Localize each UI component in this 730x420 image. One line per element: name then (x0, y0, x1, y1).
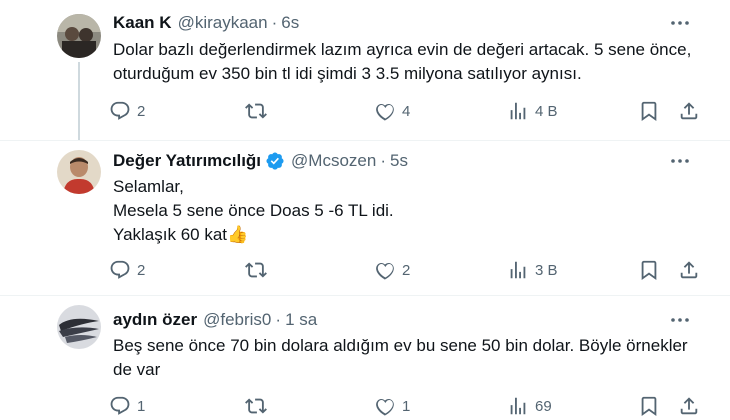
separator-dot: · (380, 151, 386, 170)
views-count: 4 B (535, 102, 558, 120)
more-icon[interactable] (668, 150, 692, 172)
author-name[interactable]: Değer Yatırımcılığı (113, 151, 261, 171)
views-count: 3 B (535, 261, 558, 279)
share-icon (680, 261, 698, 279)
tweet-text-line: Mesela 5 sene önce Doas 5 -6 TL idi. (113, 201, 394, 220)
bookmark-button[interactable] (638, 99, 660, 123)
views-bar-chart-icon (510, 102, 526, 120)
retweet-button[interactable] (245, 258, 273, 282)
views-bar-chart-icon (510, 261, 526, 279)
timestamp[interactable]: 1 sa (285, 310, 317, 330)
share-button[interactable] (678, 258, 700, 282)
author-handle[interactable]: @febris0 (203, 310, 271, 330)
avatar[interactable] (57, 150, 101, 194)
reply-count: 1 (137, 397, 146, 415)
action-bar: 2 4 4 B (109, 99, 701, 123)
more-icon[interactable] (668, 309, 692, 331)
thread-line (78, 62, 80, 140)
share-icon (680, 397, 698, 415)
reply-count: 2 (137, 102, 146, 120)
reply-count: 2 (137, 261, 146, 279)
tweet-text-line: Yaklaşık 60 kat👍 (113, 223, 708, 247)
views-bar-chart-icon (510, 397, 526, 415)
more-icon[interactable] (668, 12, 692, 34)
like-count: 4 (402, 102, 411, 120)
reply-button[interactable]: 2 (109, 99, 145, 123)
like-button[interactable]: 1 (374, 394, 410, 418)
separator-dot: · (275, 310, 282, 329)
views-button[interactable]: 69 (507, 394, 552, 418)
timestamp[interactable]: 5s (390, 151, 408, 171)
retweet-button[interactable] (245, 394, 273, 418)
share-button[interactable] (678, 99, 700, 123)
bookmark-icon (641, 260, 657, 281)
separator-dot: · (271, 13, 278, 32)
like-button[interactable]: 2 (374, 258, 410, 282)
tweet-header: Kaan K @kiraykaan · 6s (113, 12, 299, 34)
bookmark-icon (641, 101, 657, 122)
heart-icon (376, 399, 394, 416)
bookmark-icon (641, 396, 657, 417)
avatar[interactable] (57, 14, 101, 58)
heart-icon (376, 263, 394, 280)
retweet-icon (245, 103, 267, 119)
bookmark-button[interactable] (638, 394, 660, 418)
retweet-icon (245, 262, 267, 278)
author-name[interactable]: aydın özer (113, 310, 197, 330)
like-count: 2 (402, 261, 411, 279)
tweet-text: Selamlar, Mesela 5 sene önce Doas 5 -6 T… (113, 175, 708, 247)
action-bar: 1 1 69 (109, 394, 701, 418)
reply-bubble-icon (110, 396, 130, 415)
action-bar: 2 2 3 B (109, 258, 701, 282)
share-button[interactable] (678, 394, 700, 418)
heart-icon (376, 104, 394, 121)
tweet-text: Dolar bazlı değerlendirmek lazım ayrıca … (113, 38, 708, 86)
reply-bubble-icon (110, 260, 130, 279)
views-button[interactable]: 3 B (507, 258, 558, 282)
tweet-3[interactable]: aydın özer @febris0 · 1 sa Beş sene önce… (0, 296, 730, 420)
tweet-text: Beş sene önce 70 bin dolara aldığım ev b… (113, 334, 708, 382)
like-button[interactable]: 4 (374, 99, 410, 123)
tweet-header: Değer Yatırımcılığı @Mcsozen · 5s (113, 150, 408, 172)
bookmark-button[interactable] (638, 258, 660, 282)
tweet-1[interactable]: Kaan K @kiraykaan · 6s Dolar bazlı değer… (0, 0, 730, 140)
reply-button[interactable]: 1 (109, 394, 145, 418)
author-handle[interactable]: @kiraykaan (178, 13, 268, 33)
like-count: 1 (402, 397, 411, 415)
tweet-text-line: Dolar bazlı değerlendirmek lazım ayrıca … (113, 40, 692, 59)
retweet-button[interactable] (245, 99, 273, 123)
thumbs-up-emoji: 👍 (227, 225, 249, 245)
tweet-header: aydın özer @febris0 · 1 sa (113, 309, 317, 331)
verified-badge-icon (265, 151, 285, 171)
reply-bubble-icon (110, 101, 130, 120)
retweet-icon (245, 398, 267, 414)
author-name[interactable]: Kaan K (113, 13, 172, 33)
avatar[interactable] (57, 305, 101, 349)
tweet-2[interactable]: Değer Yatırımcılığı @Mcsozen · 5s Selaml… (0, 141, 730, 295)
timestamp[interactable]: 6s (281, 13, 299, 33)
tweet-text-segment: Yaklaşık 60 kat (113, 225, 228, 244)
tweet-text-line: Selamlar, (113, 177, 184, 196)
tweet-text-line: Beş sene önce 70 bin dolara aldığım ev b… (113, 336, 688, 355)
tweet-text-line: oturduğum ev 350 bin tl idi şimdi 3 3.5 … (113, 64, 582, 83)
reply-button[interactable]: 2 (109, 258, 145, 282)
share-icon (680, 102, 698, 120)
author-handle[interactable]: @Mcsozen (291, 151, 376, 171)
views-button[interactable]: 4 B (507, 99, 558, 123)
tweet-text-line: de var (113, 360, 161, 379)
views-count: 69 (535, 397, 552, 415)
